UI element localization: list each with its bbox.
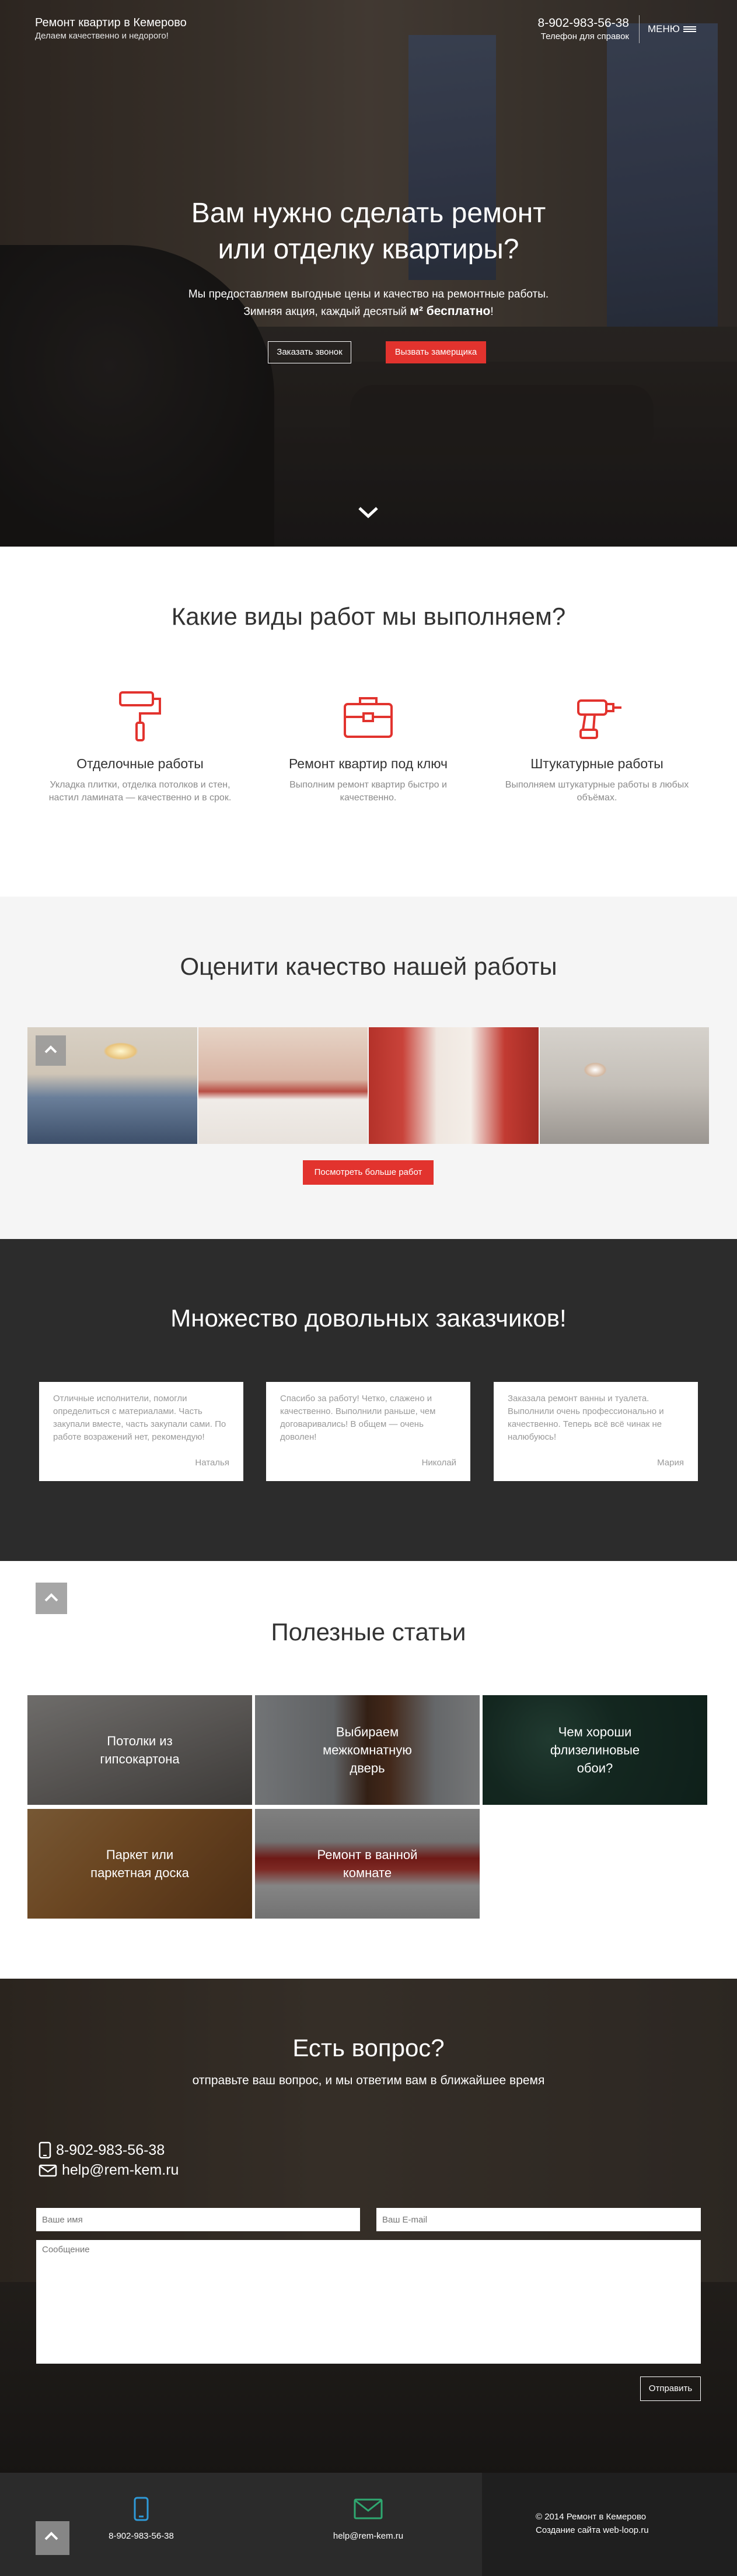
paint-roller-icon	[119, 691, 161, 741]
email-icon	[39, 2164, 57, 2176]
service-text: Выполняем штукатурные работы в любых объ…	[505, 780, 689, 803]
footer-credits: © 2014 Ремонт в Кемерово Создание сайта …	[482, 2473, 737, 2576]
chandelier-light	[103, 1042, 138, 1060]
article-tile[interactable]: Выбираем межкомнатную дверь	[255, 1695, 480, 1805]
ceiling-light	[583, 1062, 607, 1077]
services-title: Какие виды работ мы выполняем?	[171, 603, 566, 630]
article-label: Потолки из гипсокартона	[100, 1734, 180, 1766]
chevron-up-icon	[44, 2532, 58, 2540]
hero-promo-text: Зимняя акция, каждый десятый	[243, 306, 410, 318]
service-text: Укладка плитки, отделка потолков и стен,…	[48, 780, 232, 803]
more-works-button[interactable]: Посмотреть больше работ	[303, 1160, 434, 1185]
name-input[interactable]	[36, 2208, 360, 2231]
scroll-top-button[interactable]	[36, 2521, 69, 2555]
review-author: Мария	[657, 1458, 684, 1468]
hero-overlay	[0, 0, 737, 547]
hero-promo-suffix: !	[490, 306, 494, 318]
footer-phone-icon-wrap	[71, 2495, 211, 2523]
article-tile[interactable]: Ремонт в ванной комнате	[255, 1809, 480, 1919]
gallery-image[interactable]	[369, 1027, 539, 1144]
reviews-section: Множество довольных заказчиков! Отличные…	[0, 1239, 737, 1561]
contact-title: Есть вопрос?	[292, 2034, 445, 2062]
service-title: Отделочные работы	[76, 756, 204, 771]
brand[interactable]: Ремонт квартир в Кемерово Делаем качеств…	[35, 16, 187, 41]
service-item: Отделочные работы Укладка плитки, отделк…	[44, 687, 236, 804]
send-button[interactable]: Отправить	[640, 2376, 701, 2401]
hero-section: Ремонт квартир в Кемерово Делаем качеств…	[0, 0, 737, 547]
hero-promo-highlight: м² бесплатно	[410, 304, 491, 318]
gallery-title: Оценити качество нашей работы	[180, 953, 557, 980]
footer-developer-link[interactable]: Создание сайта web-loop.ru	[536, 2524, 737, 2537]
footer: 8-902-983-56-38 help@rem-kem.ru © 2014 Р…	[0, 2473, 737, 2576]
footer-phone[interactable]: 8-902-983-56-38	[71, 2495, 211, 2541]
gallery-section: Оценити качество нашей работы Посмотреть…	[0, 897, 737, 1239]
hamburger-icon	[683, 26, 696, 32]
hero-lead-line1: Мы предоставляем выгодные цены и качеств…	[188, 288, 549, 300]
email-icon	[354, 2498, 383, 2519]
drill-icon	[577, 699, 621, 739]
articles-title: Полезные статьи	[271, 1618, 466, 1646]
gallery-image[interactable]	[539, 1027, 709, 1144]
article-tile[interactable]: Чем хороши флизелиновые обои?	[483, 1695, 707, 1805]
scroll-top-button[interactable]	[36, 1583, 67, 1614]
gallery-prev-button[interactable]	[36, 1035, 66, 1066]
chevron-up-icon	[44, 1045, 57, 1054]
menu-button[interactable]: МЕНЮ	[648, 23, 696, 35]
article-label: Чем хороши флизелиновые обои?	[550, 1724, 640, 1776]
footer-email-text: help@rem-kem.ru	[333, 2531, 404, 2541]
service-title: Ремонт квартир под ключ	[288, 756, 448, 771]
order-call-button[interactable]: Заказать звонок	[268, 341, 351, 363]
review-author: Николай	[421, 1458, 456, 1468]
contact-phone[interactable]: 8-902-983-56-38	[39, 2141, 165, 2159]
reviews-title: Множество довольных заказчиков!	[170, 1304, 567, 1332]
contact-phone-text: 8-902-983-56-38	[56, 2141, 165, 2158]
gallery-image[interactable]	[198, 1027, 368, 1144]
brand-title: Ремонт квартир в Кемерово	[35, 16, 187, 29]
hero-title: Вам нужно сделать ремонт или отделку ква…	[191, 198, 546, 265]
article-label: Выбираем межкомнатную дверь	[323, 1724, 412, 1776]
header-divider	[639, 15, 640, 43]
header-phone-caption: Телефон для справок	[540, 32, 629, 41]
footer-copyright: © 2014 Ремонт в Кемерово	[536, 2512, 647, 2522]
article-tile[interactable]: Паркет или паркетная доска	[27, 1809, 252, 1919]
review-card: Заказала ремонт ванны и туалета. Выполни…	[494, 1382, 698, 1481]
hero-lead: Мы предоставляем выгодные цены и качеств…	[0, 286, 737, 320]
review-card: Спасибо за работу! Четко, слажено и каче…	[266, 1382, 470, 1481]
phone-icon	[134, 2497, 149, 2521]
article-label: Ремонт в ванной комнате	[317, 1847, 418, 1880]
review-card: Отличные исполнители, помогли определить…	[39, 1382, 243, 1481]
article-label: Паркет или паркетная доска	[90, 1847, 189, 1880]
service-title: Штукатурные работы	[530, 756, 663, 771]
gallery-track	[27, 1027, 709, 1144]
service-item: Штукатурные работы Выполняем штукатурные…	[501, 687, 693, 804]
chevron-down-icon[interactable]	[357, 505, 379, 519]
contact-subtitle: отправьте ваш вопрос, и мы ответим вам в…	[192, 2074, 545, 2087]
chevron-up-icon	[44, 1593, 58, 1602]
email-input[interactable]	[376, 2208, 701, 2231]
menu-label: МЕНЮ	[648, 23, 680, 34]
review-text: Заказала ремонт ванны и туалета. Выполни…	[508, 1394, 664, 1442]
brand-slogan: Делаем качественно и недорого!	[35, 31, 169, 41]
header-phone-block: 8-902-983-56-38 Телефон для справок	[538, 16, 629, 41]
review-text: Отличные исполнители, помогли определить…	[53, 1394, 226, 1442]
review-text: Спасибо за работу! Четко, слажено и каче…	[280, 1394, 436, 1442]
contact-email[interactable]: help@rem-kem.ru	[39, 2162, 179, 2179]
footer-phone-text: 8-902-983-56-38	[109, 2531, 174, 2541]
review-author: Наталья	[195, 1458, 229, 1468]
message-textarea[interactable]	[36, 2240, 701, 2364]
footer-email-icon-wrap	[298, 2495, 438, 2523]
service-item: Ремонт квартир под ключ Выполним ремонт …	[272, 687, 464, 804]
article-tile[interactable]: Потолки из гипсокартона	[27, 1695, 252, 1805]
service-text: Выполним ремонт квартир быстро и качеств…	[289, 780, 447, 803]
toolbox-icon	[344, 697, 393, 738]
services-section: Какие виды работ мы выполняем? Отделочны…	[0, 547, 737, 897]
call-measurer-button[interactable]: Вызвать замерщика	[386, 341, 486, 363]
articles-section: Полезные статьи Потолки из гипсокартона …	[0, 1561, 737, 1979]
footer-email[interactable]: help@rem-kem.ru	[298, 2495, 438, 2541]
phone-icon	[39, 2141, 51, 2159]
hero-lead-line2: Зимняя акция, каждый десятый м² бесплатн…	[0, 303, 737, 320]
contact-email-text: help@rem-kem.ru	[62, 2162, 179, 2178]
header-phone[interactable]: 8-902-983-56-38	[538, 16, 629, 30]
